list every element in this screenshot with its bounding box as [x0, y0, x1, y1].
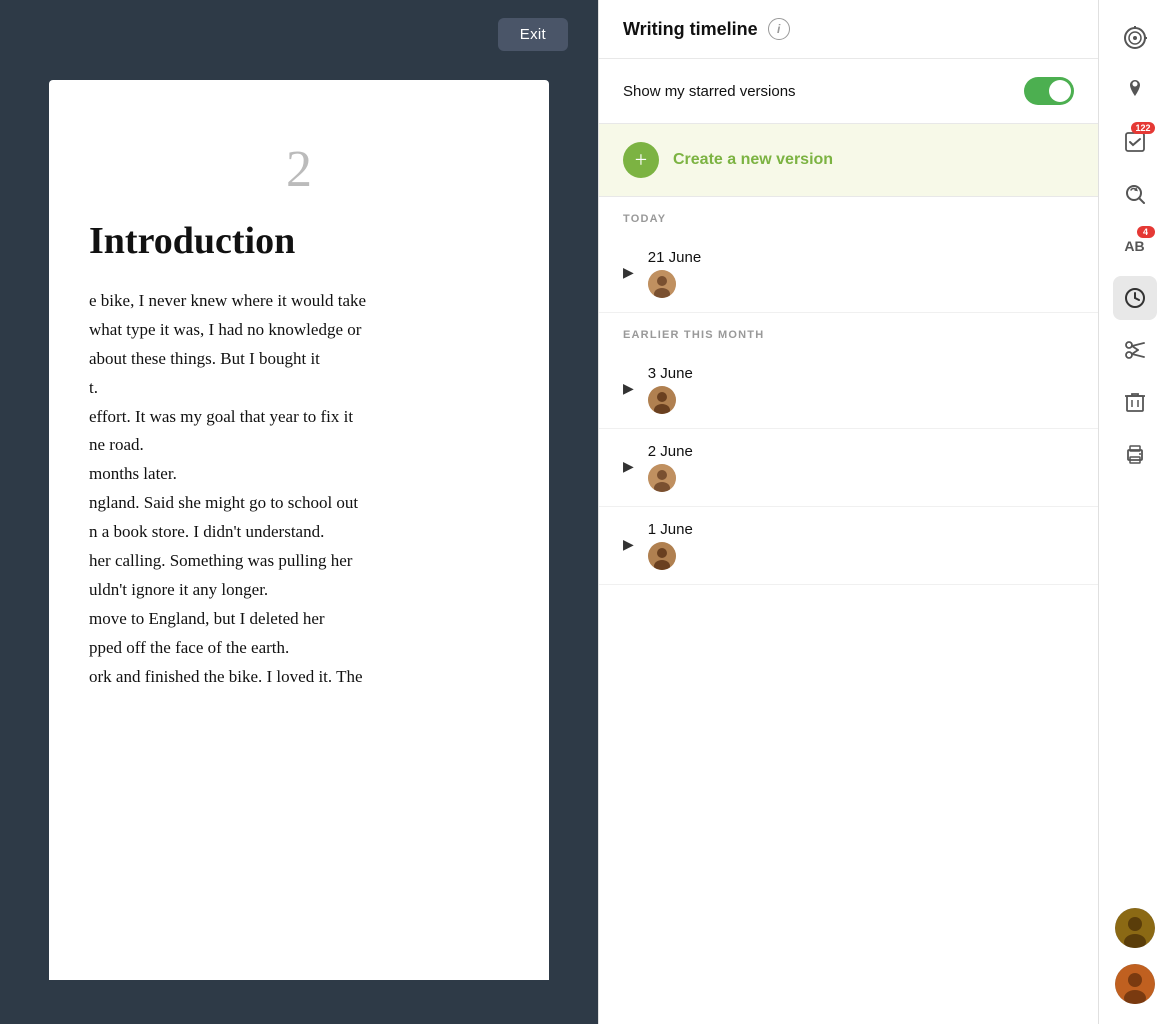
- version-entry-21-june[interactable]: ▶ 21 June: [599, 235, 1098, 313]
- avatar-2-june: [648, 464, 676, 492]
- version-info: 2 June: [648, 443, 693, 492]
- clock-icon[interactable]: [1113, 276, 1157, 320]
- starred-label: Show my starred versions: [623, 83, 796, 100]
- right-sidebar: 122 4 AB: [1098, 0, 1170, 1024]
- spellcheck-label: AB: [1124, 238, 1144, 254]
- document-area: Exit 2 Introduction e bike, I never knew…: [0, 0, 598, 1024]
- play-icon: ▶: [623, 537, 634, 554]
- version-date: 3 June: [648, 365, 693, 382]
- create-version-label: Create a new version: [673, 151, 833, 169]
- timeline-title: Writing timeline: [623, 19, 758, 40]
- create-version-plus-icon: +: [623, 142, 659, 178]
- version-info: 21 June: [648, 249, 701, 298]
- avatar-21-june: [648, 270, 676, 298]
- pin-icon[interactable]: [1113, 68, 1157, 112]
- section-header-today: TODAY: [599, 197, 1098, 235]
- timeline-header: Writing timeline i: [599, 0, 1098, 59]
- avatar-1-june: [648, 542, 676, 570]
- timeline-panel: Writing timeline i Show my starred versi…: [598, 0, 1098, 1024]
- version-date: 21 June: [648, 249, 701, 266]
- document-title: Introduction: [89, 219, 509, 263]
- version-entry-3-june[interactable]: ▶ 3 June: [599, 351, 1098, 429]
- exit-button[interactable]: Exit: [498, 18, 568, 51]
- target-icon[interactable]: [1113, 16, 1157, 60]
- create-version-row[interactable]: + Create a new version: [599, 124, 1098, 197]
- user-avatar-2[interactable]: [1115, 964, 1155, 1004]
- starred-versions-row: Show my starred versions: [599, 59, 1098, 124]
- section-header-earlier: EARLIER THIS MONTH: [599, 313, 1098, 351]
- checklist-icon[interactable]: 122: [1113, 120, 1157, 164]
- version-entry-2-june[interactable]: ▶ 2 June: [599, 429, 1098, 507]
- search-refresh-icon[interactable]: [1113, 172, 1157, 216]
- page-number: 2: [89, 140, 509, 199]
- checklist-badge: 122: [1131, 122, 1154, 134]
- play-icon: ▶: [623, 265, 634, 282]
- document-page: 2 Introduction e bike, I never knew wher…: [49, 80, 549, 980]
- version-date: 2 June: [648, 443, 693, 460]
- version-date: 1 June: [648, 521, 693, 538]
- play-icon: ▶: [623, 381, 634, 398]
- print-icon[interactable]: [1113, 432, 1157, 476]
- spellcheck-badge: 4: [1137, 226, 1155, 238]
- document-body: e bike, I never knew where it would take…: [89, 287, 509, 691]
- trash-icon[interactable]: [1113, 380, 1157, 424]
- version-info: 1 June: [648, 521, 693, 570]
- version-entry-1-june[interactable]: ▶ 1 June: [599, 507, 1098, 585]
- user-avatar-1[interactable]: [1115, 908, 1155, 948]
- info-icon[interactable]: i: [768, 18, 790, 40]
- avatar-3-june: [648, 386, 676, 414]
- scissors-icon[interactable]: [1113, 328, 1157, 372]
- version-info: 3 June: [648, 365, 693, 414]
- starred-toggle[interactable]: [1024, 77, 1074, 105]
- play-icon: ▶: [623, 459, 634, 476]
- spellcheck-icon[interactable]: 4 AB: [1113, 224, 1157, 268]
